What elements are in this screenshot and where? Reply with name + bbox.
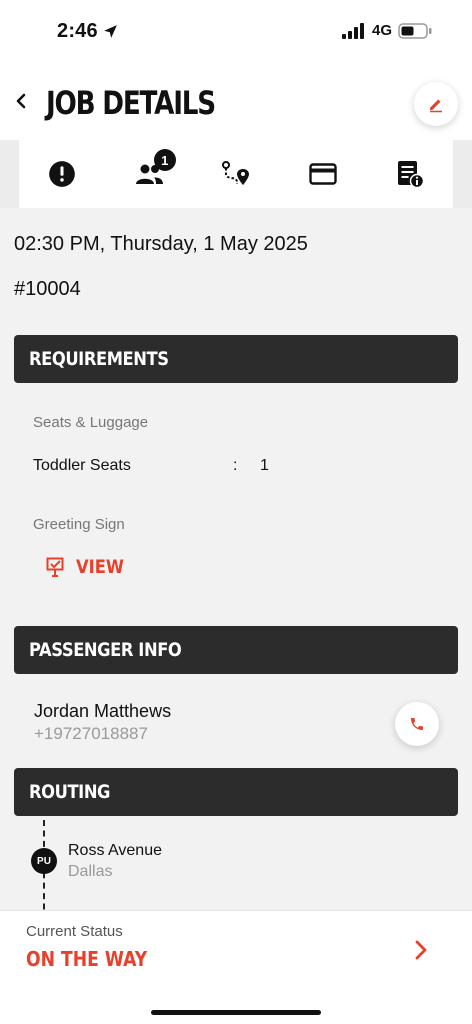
tab-invoice[interactable] bbox=[366, 140, 453, 208]
routing-title: ROUTING bbox=[29, 781, 111, 803]
call-passenger-button[interactable] bbox=[395, 702, 439, 746]
toddler-seats-value: 1 bbox=[260, 457, 269, 474]
tab-strip: 1 bbox=[0, 140, 472, 208]
sign-board-icon bbox=[46, 557, 64, 577]
chevron-left-icon bbox=[16, 93, 26, 109]
current-status-value: ON THE WAY bbox=[26, 947, 148, 971]
pickup-stop-name: Ross Avenue bbox=[68, 842, 162, 859]
status-next-button[interactable] bbox=[408, 937, 434, 963]
passenger-section-header: PASSENGER INFO bbox=[14, 626, 458, 674]
view-label: VIEW bbox=[76, 556, 124, 578]
route-pin-icon bbox=[221, 161, 249, 185]
status-bar: 2:46 4G bbox=[0, 0, 472, 62]
tab-passengers[interactable]: 1 bbox=[106, 140, 193, 208]
alert-circle-icon bbox=[49, 161, 76, 187]
pencil-icon bbox=[430, 99, 442, 113]
job-datetime: 02:30 PM, Thursday, 1 May 2025 bbox=[14, 233, 308, 255]
seat-separator: : bbox=[233, 457, 238, 474]
location-arrow-icon bbox=[103, 25, 117, 38]
status-footer[interactable]: Current Status ON THE WAY bbox=[0, 910, 472, 1024]
current-status-label: Current Status bbox=[26, 923, 123, 940]
status-indicators: 4G bbox=[341, 22, 432, 39]
tab-payment[interactable] bbox=[279, 140, 366, 208]
requirements-section-header: REQUIREMENTS bbox=[14, 335, 458, 383]
status-time-text: 2:46 bbox=[57, 20, 98, 42]
seats-luggage-label: Seats & Luggage bbox=[33, 414, 149, 431]
network-label: 4G bbox=[371, 22, 392, 39]
job-details-content[interactable]: 02:30 PM, Thursday, 1 May 2025 #10004 RE… bbox=[0, 208, 472, 910]
requirements-title: REQUIREMENTS bbox=[29, 348, 169, 370]
edit-button[interactable] bbox=[414, 82, 458, 126]
app-header: JOB DETAILS bbox=[0, 62, 472, 140]
signal-bars-icon bbox=[341, 22, 364, 39]
back-button[interactable] bbox=[10, 90, 32, 112]
status-time: 2:46 bbox=[57, 20, 119, 43]
routing-section-header: ROUTING bbox=[14, 768, 458, 816]
credit-card-icon bbox=[309, 163, 337, 185]
passenger-phone: +19727018887 bbox=[34, 724, 148, 743]
pickup-stop-city: Dallas bbox=[68, 863, 113, 880]
tab-alerts[interactable] bbox=[19, 140, 106, 208]
phone-icon bbox=[411, 718, 423, 730]
passenger-title: PASSENGER INFO bbox=[29, 639, 182, 661]
invoice-info-icon bbox=[397, 161, 424, 188]
passenger-count-badge: 1 bbox=[153, 149, 176, 171]
pickup-badge: PU bbox=[31, 848, 57, 874]
home-indicator bbox=[151, 1010, 321, 1015]
view-greeting-sign-button[interactable]: VIEW bbox=[46, 556, 132, 578]
job-number: #10004 bbox=[14, 278, 81, 300]
passenger-name: Jordan Matthews bbox=[34, 701, 172, 721]
tab-route[interactable] bbox=[193, 140, 280, 208]
greeting-sign-label: Greeting Sign bbox=[33, 516, 125, 533]
battery-icon bbox=[398, 22, 432, 39]
tab-bar: 1 bbox=[19, 140, 453, 208]
chevron-right-icon bbox=[415, 940, 427, 960]
toddler-seats-label: Toddler Seats bbox=[33, 457, 131, 474]
page-title: JOB DETAILS bbox=[46, 84, 216, 122]
